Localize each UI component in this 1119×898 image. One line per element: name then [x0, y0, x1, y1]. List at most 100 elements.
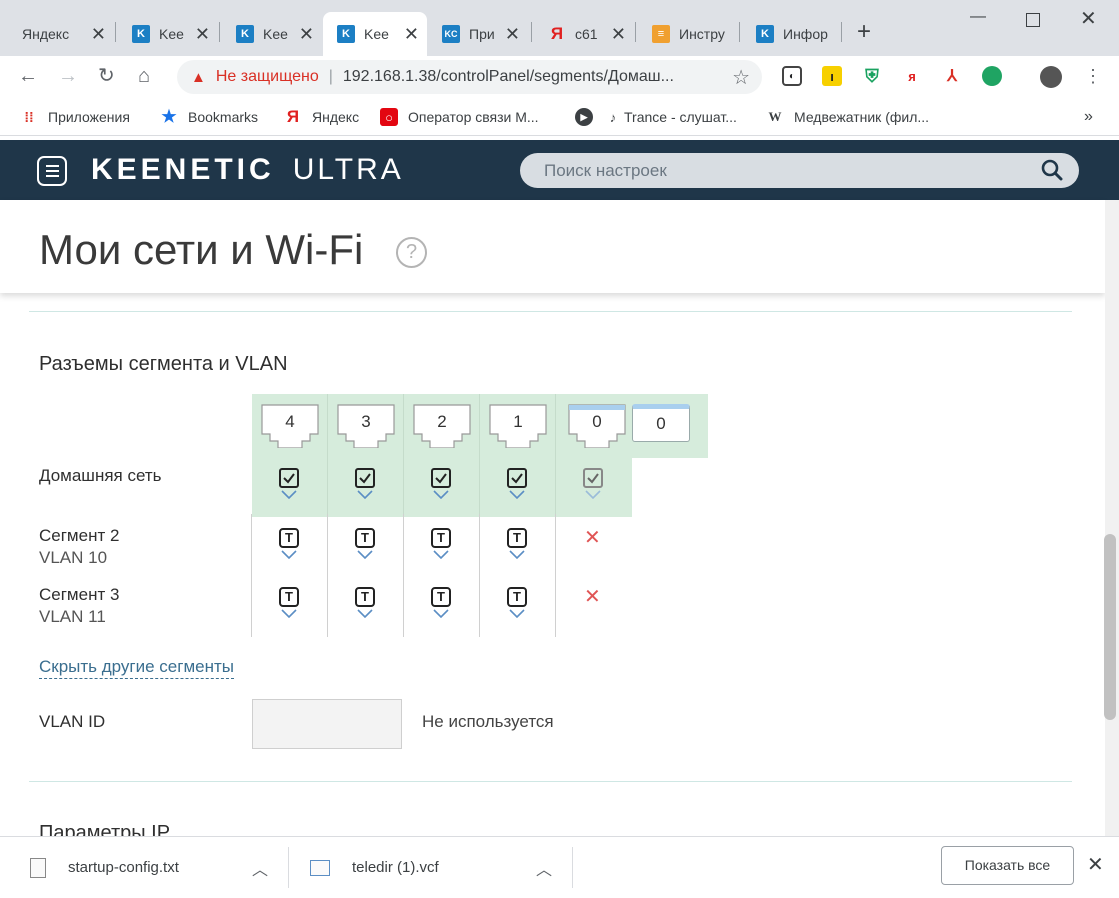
- browser-tab[interactable]: K Инфор: [742, 12, 842, 56]
- browser-tab[interactable]: Яндекс ✕: [8, 12, 114, 56]
- browser-tab[interactable]: KC При ✕: [428, 12, 528, 56]
- close-tab-icon[interactable]: ✕: [195, 25, 210, 43]
- chevron-down-icon[interactable]: [509, 609, 525, 618]
- browser-tab-active[interactable]: K Kee ✕: [323, 12, 427, 56]
- pdf-extension-icon[interactable]: ⅄: [942, 66, 962, 86]
- bookmark-star-icon[interactable]: ☆: [732, 65, 750, 90]
- minimize-icon[interactable]: —: [970, 8, 986, 26]
- port-membership-checkbox-disabled[interactable]: [578, 468, 608, 508]
- extension-icon[interactable]: ◐: [782, 66, 802, 86]
- column-line: [555, 514, 556, 637]
- settings-search-input[interactable]: Поиск настроек: [520, 153, 1079, 188]
- chevron-down-icon[interactable]: [357, 490, 373, 499]
- port-0-wan[interactable]: 0: [568, 404, 626, 449]
- browser-tab[interactable]: Я с61 ✕: [534, 12, 634, 56]
- port-tagged-toggle[interactable]: T: [502, 587, 532, 627]
- checkbox-checked-icon: [431, 468, 451, 488]
- close-window-icon[interactable]: ✕: [1080, 6, 1097, 31]
- browser-tab[interactable]: K Kee ✕: [118, 12, 218, 56]
- port-4[interactable]: 4: [261, 404, 319, 449]
- section-divider: [29, 311, 1072, 312]
- chevron-down-icon[interactable]: [433, 550, 449, 559]
- chevron-up-icon[interactable]: ︿: [252, 856, 268, 880]
- address-bar[interactable]: ▲ Не защищено | 192.168.1.38/controlPane…: [177, 60, 762, 94]
- chevron-down-icon[interactable]: [281, 609, 297, 618]
- browser-tab[interactable]: ≡ Инстру: [638, 12, 738, 56]
- hamburger-menu-icon[interactable]: [37, 156, 67, 186]
- bookmark-wiki[interactable]: W Медвежатник (фил...: [766, 108, 930, 126]
- chevron-down-icon[interactable]: [509, 550, 525, 559]
- chat-extension-icon[interactable]: [982, 66, 1002, 86]
- tagged-icon: T: [355, 587, 375, 607]
- port-2[interactable]: 2: [413, 404, 471, 449]
- port-membership-checkbox[interactable]: [502, 468, 532, 508]
- bookmark-label: Trance - слушат...: [624, 109, 737, 125]
- close-tab-icon[interactable]: ✕: [404, 25, 419, 43]
- more-menu-icon[interactable]: ⋮: [1084, 64, 1102, 88]
- port-tagged-toggle[interactable]: T: [350, 587, 380, 627]
- section-divider: [29, 781, 1072, 782]
- page-scrollbar-track[interactable]: [1105, 200, 1119, 836]
- port-label: 0: [592, 412, 602, 431]
- port-membership-checkbox[interactable]: [426, 468, 456, 508]
- chevron-down-icon[interactable]: [585, 490, 601, 499]
- forward-icon[interactable]: →: [58, 64, 78, 88]
- help-icon[interactable]: ?: [396, 237, 427, 268]
- port-tagged-toggle[interactable]: T: [426, 587, 456, 627]
- port-tagged-toggle[interactable]: T: [426, 528, 456, 568]
- show-all-downloads-button[interactable]: Показать все: [941, 846, 1074, 885]
- bookmarks-overflow-icon[interactable]: »: [1084, 108, 1093, 126]
- port-membership-checkbox[interactable]: [350, 468, 380, 508]
- bookmark-folder[interactable]: ★ Bookmarks: [160, 107, 258, 126]
- page-scrollbar-thumb[interactable]: [1104, 534, 1116, 720]
- chevron-down-icon[interactable]: [281, 490, 297, 499]
- bookmark-mts[interactable]: ○ Оператор связи М...: [380, 108, 539, 126]
- star-icon: ★: [161, 107, 177, 126]
- vlan-status: Не используется: [422, 712, 554, 731]
- port-1[interactable]: 1: [489, 404, 547, 449]
- bookmark-apps[interactable]: ⁞⁞ Приложения: [20, 108, 130, 126]
- extension-icon[interactable]: ı: [822, 66, 842, 86]
- download-separator: [572, 847, 573, 888]
- chevron-up-icon[interactable]: ︿: [536, 856, 552, 880]
- hide-other-segments-link[interactable]: Скрыть другие сегменты: [39, 657, 235, 679]
- download-item[interactable]: startup-config.txt ︿: [30, 837, 280, 898]
- wikipedia-icon: W: [768, 109, 782, 124]
- close-download-bar-icon[interactable]: ✕: [1087, 852, 1104, 877]
- back-icon[interactable]: ←: [18, 64, 38, 88]
- chevron-down-icon[interactable]: [357, 609, 373, 618]
- chevron-down-icon[interactable]: [433, 609, 449, 618]
- chevron-down-icon[interactable]: [433, 490, 449, 499]
- bookmark-play[interactable]: ▶: [575, 108, 603, 126]
- play-circle-icon: ▶: [575, 108, 593, 126]
- chevron-down-icon[interactable]: [509, 490, 525, 499]
- download-item[interactable]: teledir (1).vcf ︿: [310, 837, 560, 898]
- browser-tab[interactable]: K Kee ✕: [222, 12, 322, 56]
- close-tab-icon[interactable]: ✕: [611, 25, 626, 43]
- maximize-icon[interactable]: [1026, 13, 1040, 27]
- close-tab-icon[interactable]: ✕: [91, 25, 106, 43]
- avatar[interactable]: [1040, 66, 1062, 88]
- shield-extension-icon[interactable]: ⛨: [862, 66, 882, 86]
- chevron-down-icon[interactable]: [357, 550, 373, 559]
- yandex-extension-icon[interactable]: я: [902, 66, 922, 86]
- new-tab-icon[interactable]: +: [857, 20, 871, 44]
- bookmark-trance[interactable]: ♪ Trance - слушат...: [604, 108, 737, 126]
- bookmark-yandex[interactable]: Я Яндекс: [284, 107, 359, 126]
- reload-icon[interactable]: ↻: [98, 64, 115, 88]
- port-tagged-toggle[interactable]: T: [274, 587, 304, 627]
- port-0-sfp[interactable]: 0: [632, 404, 690, 442]
- port-tagged-toggle[interactable]: T: [274, 528, 304, 568]
- close-tab-icon[interactable]: ✕: [505, 25, 520, 43]
- port-tagged-toggle[interactable]: T: [502, 528, 532, 568]
- port-tagged-toggle[interactable]: T: [350, 528, 380, 568]
- home-icon[interactable]: ⌂: [138, 64, 150, 88]
- port-label: 1: [513, 412, 523, 431]
- vlan-id-input[interactable]: [252, 699, 402, 749]
- port-3[interactable]: 3: [337, 404, 395, 449]
- search-icon[interactable]: [1041, 159, 1063, 181]
- text-file-icon: [30, 857, 46, 878]
- port-membership-checkbox[interactable]: [274, 468, 304, 508]
- close-tab-icon[interactable]: ✕: [299, 25, 314, 43]
- chevron-down-icon[interactable]: [281, 550, 297, 559]
